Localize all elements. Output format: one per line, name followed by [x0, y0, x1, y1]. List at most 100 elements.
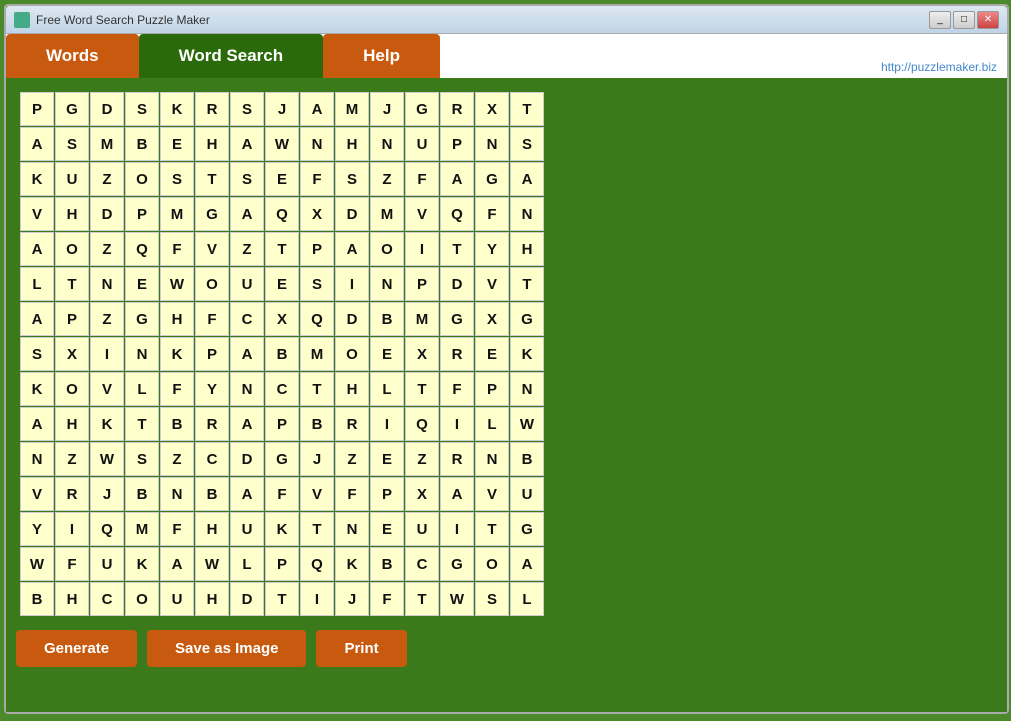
grid-cell: P [265, 547, 299, 581]
grid-cell: F [265, 477, 299, 511]
grid-cell: P [55, 302, 89, 336]
main-area: Words Word Search Help http://puzzlemake… [6, 34, 1007, 712]
grid-cell: I [300, 582, 334, 616]
grid-cell: Z [90, 232, 124, 266]
grid-cell: N [335, 512, 369, 546]
grid-cell: J [370, 92, 404, 126]
grid-cell: L [20, 267, 54, 301]
grid-cell: B [125, 127, 159, 161]
grid-cell: A [230, 407, 264, 441]
grid-cell: G [510, 512, 544, 546]
grid-cell: C [265, 372, 299, 406]
grid-cell: U [230, 512, 264, 546]
grid-cell: F [55, 547, 89, 581]
grid-cell: B [300, 407, 334, 441]
title-bar: Free Word Search Puzzle Maker _ □ ✕ [6, 6, 1007, 34]
grid-cell: T [265, 232, 299, 266]
grid-cell: Y [195, 372, 229, 406]
grid-cell: W [440, 582, 474, 616]
grid-cell: V [20, 197, 54, 231]
grid-cell: N [510, 372, 544, 406]
grid-cell: A [230, 337, 264, 371]
grid-cell: U [405, 127, 439, 161]
grid-cell: P [300, 232, 334, 266]
grid-cell: G [440, 302, 474, 336]
grid-cell: T [55, 267, 89, 301]
grid-cell: F [440, 372, 474, 406]
grid-cell: J [300, 442, 334, 476]
grid-cell: B [370, 547, 404, 581]
grid-cell: T [300, 372, 334, 406]
tab-help[interactable]: Help [323, 34, 440, 78]
grid-cell: V [195, 232, 229, 266]
grid-cell: R [335, 407, 369, 441]
grid-cell: U [230, 267, 264, 301]
save-as-image-button[interactable]: Save as Image [147, 630, 306, 667]
grid-cell: R [195, 407, 229, 441]
grid-cell: E [370, 512, 404, 546]
grid-cell: C [195, 442, 229, 476]
app-icon [14, 12, 30, 28]
puzzle-maker-link[interactable]: http://puzzlemaker.biz [881, 60, 997, 74]
maximize-button[interactable]: □ [953, 11, 975, 29]
grid-cell: P [475, 372, 509, 406]
grid-cell: A [300, 92, 334, 126]
grid-cell: B [370, 302, 404, 336]
grid-cell: M [160, 197, 194, 231]
grid-cell: M [300, 337, 334, 371]
tab-words[interactable]: Words [6, 34, 139, 78]
grid-cell: G [510, 302, 544, 336]
grid-cell: N [370, 267, 404, 301]
grid-cell: A [510, 547, 544, 581]
grid-cell: H [510, 232, 544, 266]
grid-cell: C [230, 302, 264, 336]
grid-cell: B [125, 477, 159, 511]
bottom-bar: Generate Save as Image Print [16, 620, 997, 667]
grid-cell: I [440, 407, 474, 441]
grid-cell: Z [405, 442, 439, 476]
grid-cell: A [20, 232, 54, 266]
grid-cell: U [90, 547, 124, 581]
close-button[interactable]: ✕ [977, 11, 999, 29]
grid-cell: O [335, 337, 369, 371]
grid-cell: X [405, 477, 439, 511]
grid-cell: W [265, 127, 299, 161]
grid-cell: F [160, 512, 194, 546]
grid-cell: P [195, 337, 229, 371]
grid-cell: L [230, 547, 264, 581]
grid-cell: T [440, 232, 474, 266]
grid-cell: P [370, 477, 404, 511]
grid-cell: H [55, 407, 89, 441]
grid-cell: Z [90, 302, 124, 336]
grid-cell: Q [405, 407, 439, 441]
grid-cell: T [510, 267, 544, 301]
grid-cell: H [195, 582, 229, 616]
grid-cell: D [90, 92, 124, 126]
grid-cell: W [160, 267, 194, 301]
minimize-button[interactable]: _ [929, 11, 951, 29]
grid-cell: G [440, 547, 474, 581]
grid-cell: E [125, 267, 159, 301]
grid-cell: C [405, 547, 439, 581]
grid-cell: S [160, 162, 194, 196]
grid-cell: T [475, 512, 509, 546]
grid-cell: F [405, 162, 439, 196]
print-button[interactable]: Print [316, 630, 406, 667]
window-controls: _ □ ✕ [929, 11, 999, 29]
grid-cell: K [160, 337, 194, 371]
grid-cell: F [160, 372, 194, 406]
grid-cell: W [90, 442, 124, 476]
grid-cell: P [405, 267, 439, 301]
grid-cell: H [160, 302, 194, 336]
grid-cell: N [125, 337, 159, 371]
grid-cell: X [55, 337, 89, 371]
grid-cell: F [300, 162, 334, 196]
tab-word-search[interactable]: Word Search [139, 34, 324, 78]
grid-cell: N [230, 372, 264, 406]
grid-cell: Z [160, 442, 194, 476]
grid-cell: Y [475, 232, 509, 266]
generate-button[interactable]: Generate [16, 630, 137, 667]
grid-cell: F [160, 232, 194, 266]
grid-cell: P [265, 407, 299, 441]
grid-cell: O [370, 232, 404, 266]
